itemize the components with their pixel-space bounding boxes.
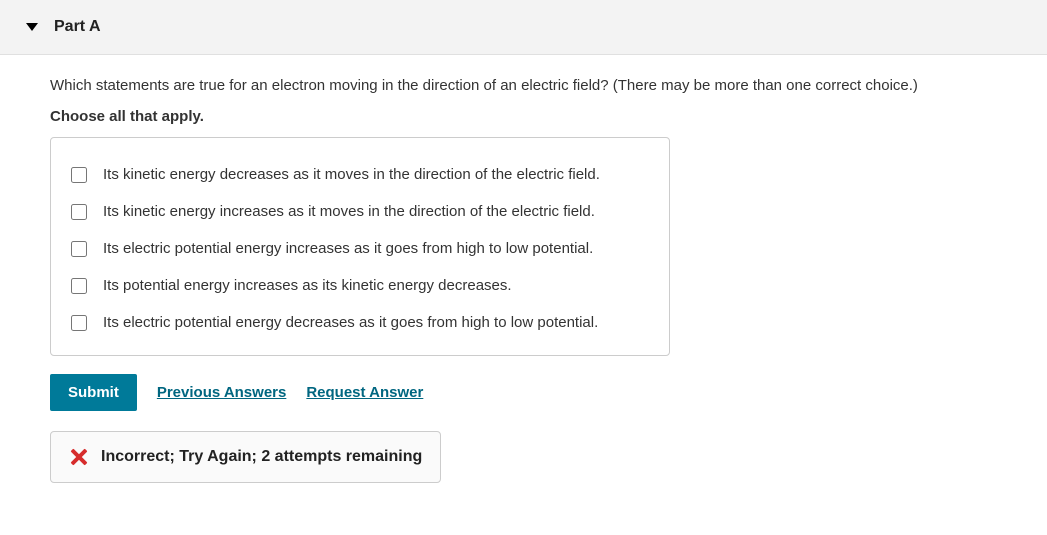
option-checkbox-3[interactable] bbox=[71, 241, 87, 257]
submit-button[interactable]: Submit bbox=[50, 374, 137, 411]
option-label: Its potential energy increases as its ki… bbox=[103, 277, 512, 294]
option-checkbox-1[interactable] bbox=[71, 167, 87, 183]
content-area: Which statements are true for an electro… bbox=[0, 55, 1047, 513]
options-box: Its kinetic energy decreases as it moves… bbox=[50, 137, 670, 356]
collapse-caret-icon[interactable] bbox=[26, 23, 38, 31]
option-checkbox-5[interactable] bbox=[71, 315, 87, 331]
option-row: Its potential energy increases as its ki… bbox=[71, 267, 649, 304]
actions-bar: Submit Previous Answers Request Answer bbox=[50, 374, 997, 411]
previous-answers-link[interactable]: Previous Answers bbox=[157, 384, 287, 401]
option-checkbox-4[interactable] bbox=[71, 278, 87, 294]
option-label: Its kinetic energy decreases as it moves… bbox=[103, 166, 600, 183]
option-row: Its electric potential energy increases … bbox=[71, 230, 649, 267]
option-row: Its kinetic energy increases as it moves… bbox=[71, 193, 649, 230]
part-header: Part A bbox=[0, 0, 1047, 55]
incorrect-icon bbox=[69, 448, 87, 466]
option-label: Its electric potential energy decreases … bbox=[103, 314, 598, 331]
question-text: Which statements are true for an electro… bbox=[50, 77, 997, 94]
instruction-text: Choose all that apply. bbox=[50, 108, 997, 125]
option-row: Its electric potential energy decreases … bbox=[71, 304, 649, 341]
part-title: Part A bbox=[54, 18, 101, 36]
feedback-box: Incorrect; Try Again; 2 attempts remaini… bbox=[50, 431, 441, 483]
option-label: Its electric potential energy increases … bbox=[103, 240, 593, 257]
option-label: Its kinetic energy increases as it moves… bbox=[103, 203, 595, 220]
option-checkbox-2[interactable] bbox=[71, 204, 87, 220]
option-row: Its kinetic energy decreases as it moves… bbox=[71, 156, 649, 193]
feedback-text: Incorrect; Try Again; 2 attempts remaini… bbox=[101, 448, 422, 466]
request-answer-link[interactable]: Request Answer bbox=[306, 384, 423, 401]
